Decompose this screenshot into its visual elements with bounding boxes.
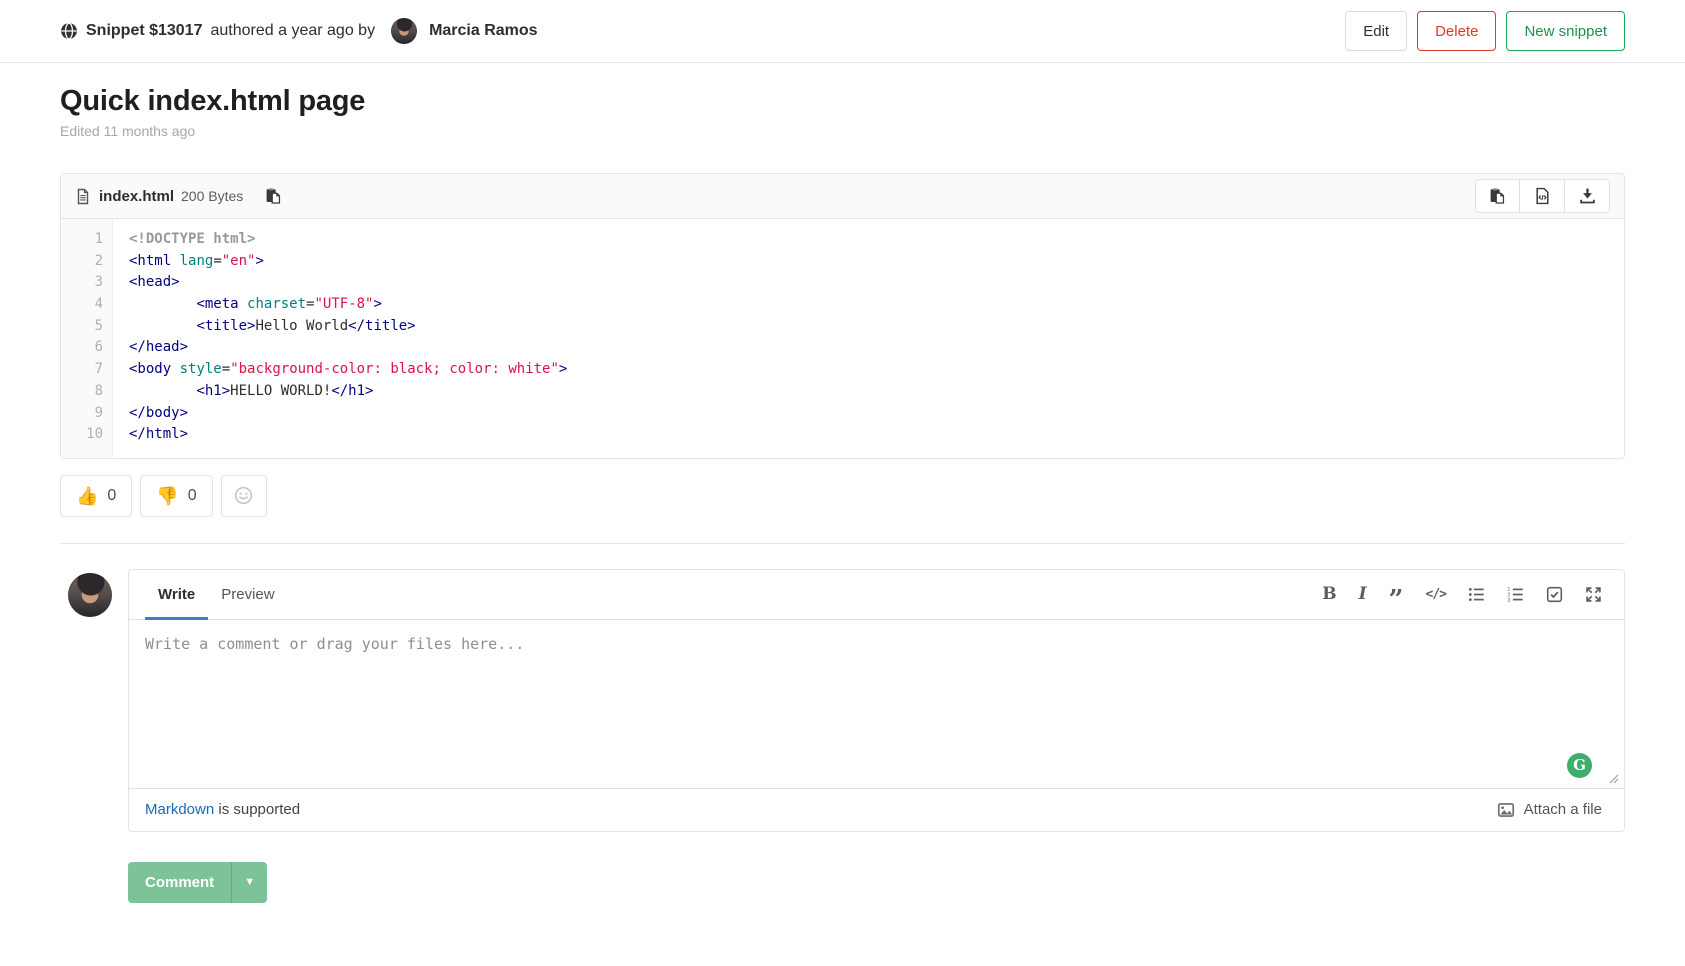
file-actions-group bbox=[1475, 179, 1610, 213]
award-emoji-row: 👍 0 👎 0 bbox=[60, 475, 1625, 517]
quote-icon: ” bbox=[1389, 583, 1404, 605]
fullscreen-button[interactable] bbox=[1579, 577, 1608, 611]
file-card: index.html 200 Bytes bbox=[60, 173, 1625, 459]
code-line: <html lang="en"> bbox=[129, 251, 1608, 273]
markdown-support-note: Markdown is supported bbox=[145, 801, 300, 818]
line-number[interactable]: 4 bbox=[61, 294, 103, 316]
download-icon bbox=[1579, 187, 1596, 205]
attach-file-label: Attach a file bbox=[1524, 801, 1602, 818]
edited-timestamp: Edited 11 months ago bbox=[60, 123, 1625, 139]
task-list-button[interactable] bbox=[1540, 577, 1569, 611]
thumbs-down-icon: 👎 bbox=[156, 487, 178, 505]
code-line: <body style="background-color: black; co… bbox=[129, 359, 1608, 381]
thumbs-up-icon: 👍 bbox=[76, 487, 98, 505]
markdown-footer: Markdown is supported Attach a file bbox=[129, 788, 1624, 831]
thumbs-down-button[interactable]: 👎 0 bbox=[140, 475, 212, 517]
comment-submit-button[interactable]: Comment bbox=[128, 862, 231, 903]
thumbs-down-count: 0 bbox=[188, 487, 197, 505]
markdown-header: Write Preview B I ” </> bbox=[129, 570, 1624, 620]
globe-icon bbox=[60, 22, 78, 40]
page-title: Quick index.html page bbox=[60, 85, 1625, 118]
clipboard-icon bbox=[265, 187, 282, 205]
insert-code-button[interactable]: </> bbox=[1420, 577, 1452, 611]
thumbs-up-button[interactable]: 👍 0 bbox=[60, 475, 132, 517]
tab-preview[interactable]: Preview bbox=[208, 570, 287, 619]
code-line: </head> bbox=[129, 337, 1608, 359]
snippet-actions: Edit Delete New snippet bbox=[1345, 11, 1625, 51]
code-viewer: 12345678910 <!DOCTYPE html><html lang="e… bbox=[61, 219, 1624, 458]
file-size: 200 Bytes bbox=[181, 188, 243, 204]
snippet-id-label: Snippet $13017 bbox=[86, 22, 203, 40]
bullet-list-icon bbox=[1468, 586, 1485, 603]
open-raw-icon bbox=[1534, 187, 1551, 205]
fullscreen-icon bbox=[1585, 586, 1602, 603]
code-line: <meta charset="UTF-8"> bbox=[129, 294, 1608, 316]
open-raw-button[interactable] bbox=[1520, 179, 1565, 213]
line-number[interactable]: 6 bbox=[61, 337, 103, 359]
tab-write[interactable]: Write bbox=[145, 570, 208, 619]
line-number[interactable]: 1 bbox=[61, 229, 103, 251]
bold-button[interactable]: B bbox=[1316, 577, 1342, 611]
quote-button[interactable]: ” bbox=[1383, 577, 1410, 611]
line-number[interactable]: 2 bbox=[61, 251, 103, 273]
line-number[interactable]: 10 bbox=[61, 424, 103, 446]
copy-contents-icon bbox=[1489, 187, 1506, 205]
line-number[interactable]: 9 bbox=[61, 403, 103, 425]
document-icon bbox=[75, 188, 91, 205]
resize-handle-icon[interactable] bbox=[1609, 774, 1619, 784]
snippet-meta: Snippet $13017 authored a year ago by Ma… bbox=[60, 18, 538, 44]
file-name: index.html bbox=[99, 188, 174, 205]
numbered-list-icon: 1 2 3 bbox=[1507, 586, 1524, 603]
snippet-page: Quick index.html page Edited 11 months a… bbox=[0, 85, 1685, 903]
markdown-toolbar: B I ” </> bbox=[1316, 570, 1608, 619]
chevron-down-icon: ▼ bbox=[244, 876, 255, 888]
code-line: </body> bbox=[129, 403, 1608, 425]
grammarly-icon[interactable]: G bbox=[1567, 753, 1592, 778]
image-attachment-icon bbox=[1497, 801, 1515, 819]
code-line: <head> bbox=[129, 272, 1608, 294]
bullet-list-button[interactable] bbox=[1462, 577, 1491, 611]
snippet-header: Snippet $13017 authored a year ago by Ma… bbox=[0, 0, 1685, 63]
section-divider bbox=[60, 543, 1625, 544]
new-snippet-button[interactable]: New snippet bbox=[1506, 11, 1625, 51]
edit-button[interactable]: Edit bbox=[1345, 11, 1407, 51]
italic-button[interactable]: I bbox=[1353, 577, 1373, 611]
task-list-icon bbox=[1546, 586, 1563, 603]
attach-file-button[interactable]: Attach a file bbox=[1491, 800, 1608, 820]
copy-file-path-button[interactable] bbox=[263, 185, 284, 207]
add-reaction-button[interactable] bbox=[221, 475, 267, 517]
delete-button[interactable]: Delete bbox=[1417, 11, 1496, 51]
line-number[interactable]: 3 bbox=[61, 272, 103, 294]
markdown-body: G bbox=[129, 620, 1624, 788]
comment-submit-group: Comment ▼ bbox=[128, 862, 267, 903]
line-number[interactable]: 7 bbox=[61, 359, 103, 381]
code-icon: </> bbox=[1426, 587, 1446, 602]
comment-submit-dropdown-button[interactable]: ▼ bbox=[231, 862, 267, 903]
code-line: <h1>HELLO WORLD!</h1> bbox=[129, 381, 1608, 403]
numbered-list-button[interactable]: 1 2 3 bbox=[1501, 577, 1530, 611]
copy-contents-button[interactable] bbox=[1475, 179, 1520, 213]
svg-text:3: 3 bbox=[1507, 598, 1510, 603]
line-number[interactable]: 8 bbox=[61, 381, 103, 403]
current-user-avatar bbox=[68, 573, 112, 617]
code-line: <!DOCTYPE html> bbox=[129, 229, 1608, 251]
comment-textarea[interactable] bbox=[129, 620, 1624, 788]
code-content: <!DOCTYPE html><html lang="en"><head> <m… bbox=[113, 219, 1624, 458]
smiley-icon bbox=[234, 486, 253, 505]
code-line: <title>Hello World</title> bbox=[129, 316, 1608, 338]
italic-icon: I bbox=[1359, 584, 1367, 604]
download-button[interactable] bbox=[1565, 179, 1610, 213]
line-number[interactable]: 5 bbox=[61, 316, 103, 338]
author-avatar[interactable] bbox=[391, 18, 417, 44]
authored-text: authored a year ago by bbox=[211, 22, 376, 40]
markdown-link[interactable]: Markdown bbox=[145, 801, 214, 818]
line-number-gutter: 12345678910 bbox=[61, 219, 113, 458]
file-header: index.html 200 Bytes bbox=[61, 174, 1624, 219]
thumbs-up-count: 0 bbox=[107, 487, 116, 505]
code-line: </html> bbox=[129, 424, 1608, 446]
bold-icon: B bbox=[1322, 584, 1336, 604]
comment-composer-row: Write Preview B I ” </> bbox=[60, 569, 1625, 832]
comment-box: Write Preview B I ” </> bbox=[128, 569, 1625, 832]
author-name-link[interactable]: Marcia Ramos bbox=[429, 22, 538, 40]
